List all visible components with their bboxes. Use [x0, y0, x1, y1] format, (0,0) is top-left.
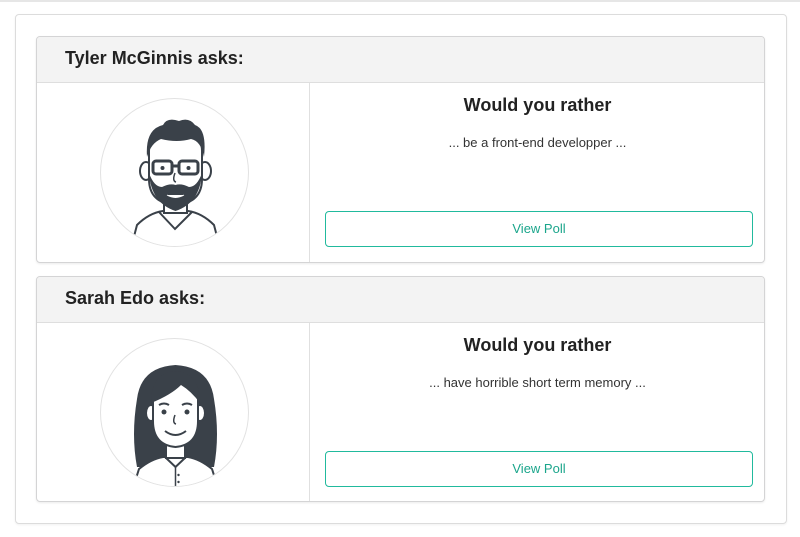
- avatar-column: [37, 323, 310, 501]
- poll-card-header: Sarah Edo asks:: [37, 277, 764, 323]
- avatar: [100, 98, 249, 247]
- poll-card: Sarah Edo asks: Would you rather ... hav…: [36, 276, 765, 502]
- poll-content: Would you rather ... be a front-end deve…: [311, 83, 764, 262]
- top-divider: [0, 0, 800, 2]
- woman-avatar-icon: [132, 365, 219, 486]
- poll-content: Would you rather ... have horrible short…: [311, 323, 764, 501]
- poll-card-body: Would you rather ... be a front-end deve…: [37, 83, 764, 262]
- question-snippet: ... have horrible short term memory ...: [429, 375, 646, 390]
- poll-card: Tyler McGinnis asks: Would you rather ..…: [36, 36, 765, 263]
- question-title: Would you rather: [463, 335, 612, 355]
- poll-card-header: Tyler McGinnis asks:: [37, 37, 764, 83]
- question-snippet: ... be a front-end developper ...: [448, 135, 627, 150]
- question-title: Would you rather: [463, 95, 612, 115]
- avatar-column: [37, 83, 310, 262]
- view-poll-button[interactable]: View Poll: [325, 451, 753, 487]
- unanswered-polls-panel: Tyler McGinnis asks: Would you rather ..…: [15, 14, 787, 524]
- bearded-man-avatar-icon: [130, 119, 221, 246]
- view-poll-button[interactable]: View Poll: [325, 211, 753, 247]
- poll-card-body: Would you rather ... have horrible short…: [37, 323, 764, 501]
- avatar: [100, 338, 249, 487]
